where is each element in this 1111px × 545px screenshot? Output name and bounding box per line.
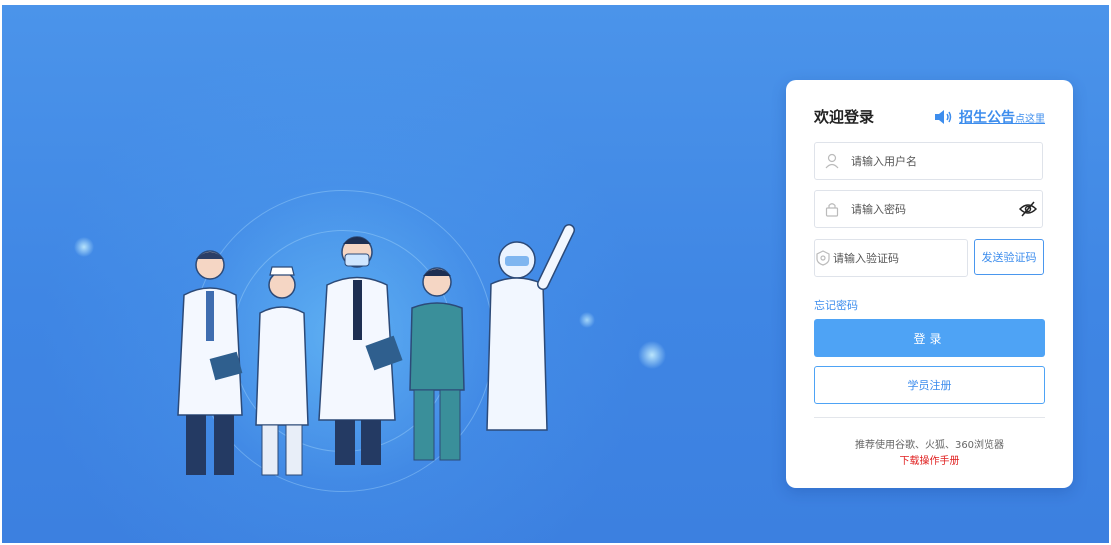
lock-icon	[815, 201, 849, 217]
forgot-password-link[interactable]: 忘记密码	[814, 297, 858, 313]
send-code-button[interactable]: 发送验证码	[974, 239, 1044, 275]
welcome-title: 欢迎登录	[814, 108, 875, 126]
protective-suit-figure	[486, 224, 575, 431]
register-button[interactable]: 学员注册	[814, 366, 1045, 404]
medical-staff-illustration	[177, 224, 575, 476]
captcha-input[interactable]	[831, 250, 980, 266]
download-manual-link[interactable]: 下载操作手册	[786, 452, 1073, 467]
user-icon	[815, 153, 849, 169]
login-button[interactable]: 登录	[814, 319, 1045, 357]
username-field	[814, 142, 1043, 180]
password-input[interactable]	[849, 201, 1014, 217]
notice-main-label: 招生公告	[959, 110, 1015, 126]
eye-off-icon[interactable]	[1014, 200, 1042, 218]
captcha-field	[814, 239, 980, 277]
nurse-figure	[255, 266, 309, 476]
notice-sub-label: 点这里	[1015, 113, 1045, 125]
enrollment-notice-link[interactable]: 招生公告 点这里	[933, 107, 1045, 127]
username-input[interactable]	[849, 153, 1042, 169]
doctor-figure	[177, 250, 243, 475]
divider	[814, 417, 1045, 418]
browser-tip: 推荐使用谷歌、火狐、360浏览器	[854, 440, 1005, 451]
login-card: 欢迎登录 招生公告 点这里 发送验证码 忘记密码 登录 学员注册	[786, 80, 1073, 488]
medic-figure	[409, 267, 465, 461]
doctor-figure	[318, 236, 403, 465]
password-field	[814, 190, 1043, 228]
shield-icon	[815, 250, 831, 266]
speaker-icon	[935, 110, 952, 124]
